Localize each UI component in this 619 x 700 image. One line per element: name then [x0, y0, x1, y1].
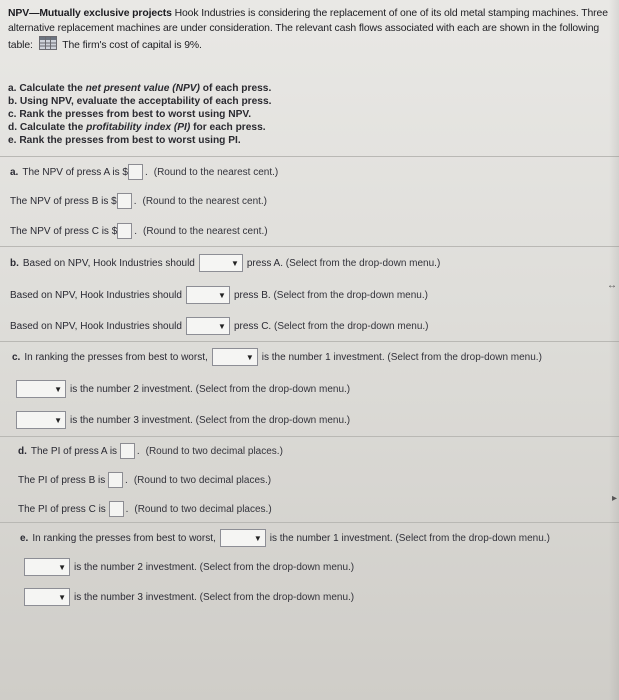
rank-pi-3-dropdown[interactable]: ▼ — [24, 588, 70, 606]
rank-npv-row-2: ▼ is the number 2 investment. (Select fr… — [16, 380, 350, 398]
task-b: b. Using NPV, evaluate the acceptability… — [8, 96, 272, 107]
dropdown-arrow-icon: ▼ — [230, 258, 239, 268]
pi-row-c: The PI of press C is . (Round to two dec… — [18, 501, 272, 517]
accept-row-a: b. Based on NPV, Hook Industries should … — [10, 254, 440, 272]
rank-pi-1-dropdown[interactable]: ▼ — [219, 529, 266, 547]
npv-row-c: The NPV of press C is $ . (Round to the … — [10, 223, 268, 239]
accept-row-b: Based on NPV, Hook Industries should ▼ p… — [10, 286, 428, 304]
accept-b-dropdown[interactable]: ▼ — [185, 286, 230, 304]
section-divider — [0, 436, 619, 437]
pi-c-input[interactable] — [108, 501, 124, 517]
rank-npv-row-1: c. In ranking the presses from best to w… — [12, 348, 542, 366]
npv-row-b: The NPV of press B is $ . (Round to the … — [10, 193, 267, 209]
rank-pi-row-1: e. In ranking the presses from best to w… — [20, 529, 550, 547]
section-divider — [0, 156, 619, 157]
dropdown-arrow-icon: ▼ — [253, 533, 262, 543]
pi-row-b: The PI of press B is . (Round to two dec… — [18, 472, 271, 488]
dropdown-arrow-icon: ▼ — [58, 562, 66, 572]
rank-npv-row-3: ▼ is the number 3 investment. (Select fr… — [16, 411, 350, 429]
data-table-icon[interactable] — [38, 36, 57, 50]
npv-a-input[interactable] — [127, 164, 143, 180]
task-a: a. Calculate the net present value (NPV)… — [8, 83, 272, 94]
rank-npv-3-dropdown[interactable]: ▼ — [16, 411, 66, 429]
npv-b-input[interactable] — [116, 193, 132, 209]
task-e: e. Rank the presses from best to worst u… — [8, 135, 241, 146]
dropdown-arrow-icon: ▼ — [58, 592, 66, 602]
dropdown-arrow-icon: ▼ — [54, 415, 62, 425]
dropdown-arrow-icon: ▼ — [218, 321, 226, 331]
task-d: d. Calculate the profitability index (PI… — [8, 122, 266, 133]
dropdown-arrow-icon: ▼ — [245, 352, 254, 362]
section-divider — [0, 341, 619, 342]
rank-pi-row-3: ▼ is the number 3 investment. (Select fr… — [24, 588, 354, 606]
next-arrow-icon[interactable]: ▸ — [612, 493, 617, 504]
rank-npv-1-dropdown[interactable]: ▼ — [211, 348, 258, 366]
pi-row-a: d. The PI of press A is . (Round to two … — [18, 443, 283, 459]
rank-pi-row-2: ▼ is the number 2 investment. (Select fr… — [24, 558, 354, 576]
expand-arrows-icon[interactable]: ↔ — [607, 280, 617, 291]
npv-c-input[interactable] — [117, 223, 133, 239]
problem-title: NPV—Mutually exclusive projects — [8, 8, 172, 19]
section-divider — [0, 522, 619, 523]
screen-edge — [609, 0, 619, 700]
accept-a-dropdown[interactable]: ▼ — [198, 254, 243, 272]
accept-row-c: Based on NPV, Hook Industries should ▼ p… — [10, 317, 429, 335]
dropdown-arrow-icon: ▼ — [54, 384, 62, 394]
cost-of-capital-text: The firm's cost of capital is 9%. — [59, 40, 202, 51]
question-page: NPV—Mutually exclusive projects Hook Ind… — [0, 0, 619, 700]
task-c: c. Rank the presses from best to worst u… — [8, 109, 252, 120]
rank-pi-2-dropdown[interactable]: ▼ — [24, 558, 70, 576]
accept-c-dropdown[interactable]: ▼ — [185, 317, 230, 335]
problem-statement: NPV—Mutually exclusive projects Hook Ind… — [8, 6, 608, 53]
npv-row-a: a. The NPV of press A is $ . (Round to t… — [10, 164, 278, 180]
task-list: a. Calculate the net present value (NPV)… — [8, 82, 608, 147]
rank-npv-2-dropdown[interactable]: ▼ — [16, 380, 66, 398]
pi-a-input[interactable] — [119, 443, 135, 459]
pi-b-input[interactable] — [108, 472, 124, 488]
dropdown-arrow-icon: ▼ — [218, 290, 226, 300]
section-divider — [0, 246, 619, 247]
